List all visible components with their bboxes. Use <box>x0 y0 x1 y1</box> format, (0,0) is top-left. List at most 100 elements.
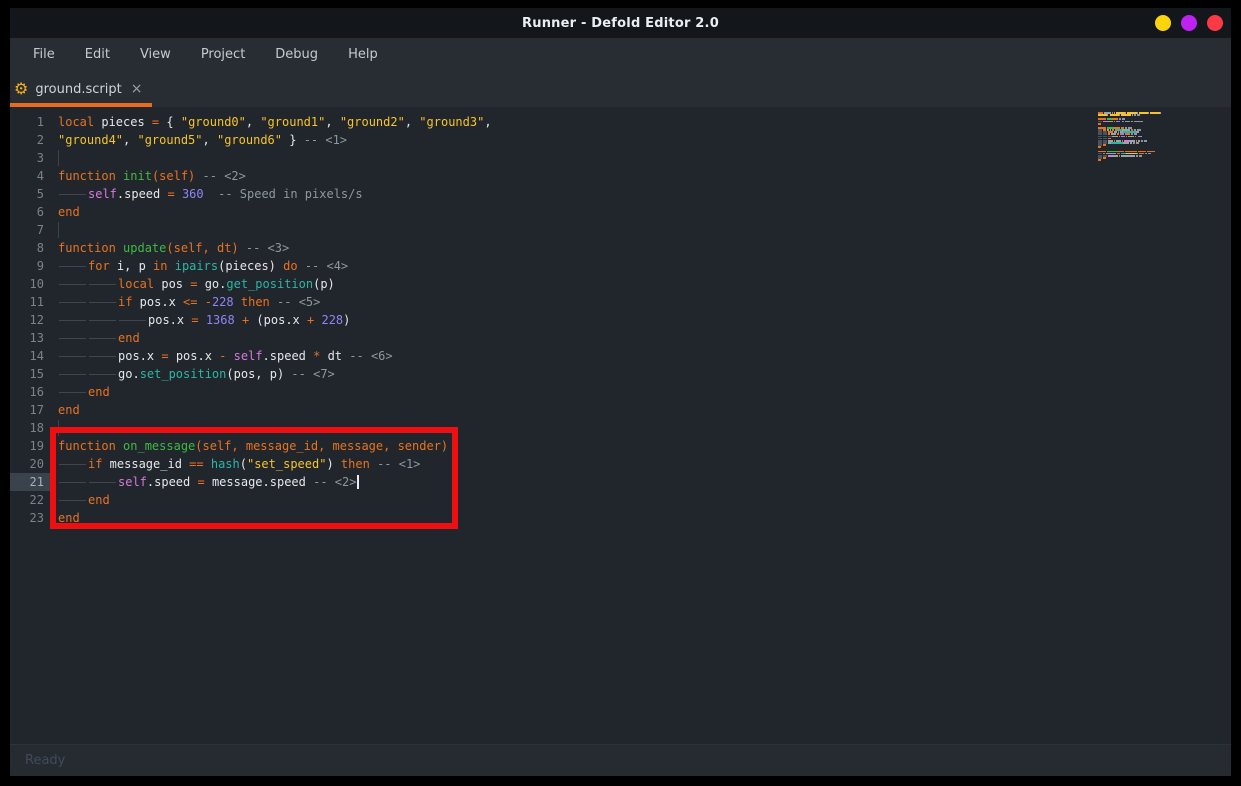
menu-item-file[interactable]: File <box>28 43 60 66</box>
code-token: end <box>58 403 80 417</box>
code-line[interactable]: 6 end <box>10 203 1231 221</box>
tab-whitespace-mark <box>58 455 88 473</box>
code-token <box>235 313 242 327</box>
close-button[interactable] <box>1207 15 1223 31</box>
code-token <box>370 457 377 471</box>
code-token: 228 <box>321 313 343 327</box>
code-token: .speed <box>117 187 168 201</box>
code-token: -- <4> <box>305 259 348 273</box>
code-line[interactable]: 19function on_message(self, message_id, … <box>10 437 1231 455</box>
line-number: 21 <box>10 473 54 491</box>
code-token: end <box>88 385 110 399</box>
code-token: then <box>341 457 370 471</box>
menu-item-project[interactable]: Project <box>196 43 250 66</box>
line-number: 10 <box>10 275 54 293</box>
code-token: = <box>197 475 204 489</box>
code-token: for <box>88 259 110 273</box>
code-line[interactable]: 3 <box>10 149 1231 167</box>
code-line[interactable]: 9for i, p in ipairs(pieces) do -- <4> <box>10 257 1231 275</box>
line-number: 6 <box>10 203 54 221</box>
code-token: = <box>161 349 168 363</box>
code-token <box>116 169 123 183</box>
code-token: -- <5> <box>277 295 320 309</box>
code-token: pos.x <box>132 295 183 309</box>
tab-close-icon[interactable]: × <box>131 81 143 97</box>
code-token: == <box>189 457 203 471</box>
code-line[interactable]: 20if message_id == hash("set_speed") the… <box>10 455 1231 473</box>
tab-ground-script[interactable]: ⚙ ground.script × <box>10 71 152 107</box>
code-token: -- <7> <box>291 367 334 381</box>
minimize-button[interactable] <box>1155 15 1171 31</box>
code-text: end <box>58 205 80 219</box>
code-token: end <box>58 511 80 525</box>
statusbar: Ready <box>10 744 1231 776</box>
tab-whitespace-mark <box>88 473 118 491</box>
code-line[interactable]: 18 <box>10 419 1231 437</box>
code-line[interactable]: 22end <box>10 491 1231 509</box>
tab-whitespace-mark <box>58 383 88 401</box>
menu-item-view[interactable]: View <box>135 43 176 66</box>
code-token: message_id <box>102 457 189 471</box>
code-token: end <box>118 331 140 345</box>
code-token: ( <box>240 457 247 471</box>
line-number: 20 <box>10 455 54 473</box>
code-token: in <box>153 259 167 273</box>
code-token: (pos, p) <box>226 367 291 381</box>
code-text: end <box>58 493 110 507</box>
code-line[interactable]: 7 <box>10 221 1231 239</box>
line-number: 12 <box>10 311 54 329</box>
menu-item-help[interactable]: Help <box>343 43 383 66</box>
minimap-segment <box>1139 155 1142 157</box>
tab-whitespace-mark <box>58 347 88 365</box>
tab-label: ground.script <box>35 82 121 97</box>
minimap[interactable] <box>1098 112 1168 161</box>
code-token <box>168 259 175 273</box>
tab-whitespace-mark <box>58 365 88 383</box>
code-token: pos.x <box>148 313 191 327</box>
code-line[interactable]: 21self.speed = message.speed -- <2> <box>10 473 1231 491</box>
code-token: end <box>58 205 80 219</box>
code-line[interactable]: 12pos.x = 1368 + (pos.x + 228) <box>10 311 1231 329</box>
code-editor[interactable]: 1local pieces = { "ground0", "ground1", … <box>10 107 1231 744</box>
code-token: do <box>283 259 297 273</box>
code-line[interactable]: 13end <box>10 329 1231 347</box>
code-text: self.speed = 360 -- Speed in pixels/s <box>58 187 363 201</box>
code-token: - <box>205 295 212 309</box>
status-text: Ready <box>25 753 65 768</box>
code-line[interactable]: 11if pos.x <= -228 then -- <5> <box>10 293 1231 311</box>
code-token: get_position <box>226 277 313 291</box>
text-cursor <box>357 475 359 489</box>
code-token: ipairs <box>175 259 218 273</box>
code-line[interactable]: 8function update(self, dt) -- <3> <box>10 239 1231 257</box>
code-line[interactable]: 5self.speed = 360 -- Speed in pixels/s <box>10 185 1231 203</box>
code-token <box>204 187 218 201</box>
code-token: { <box>159 115 181 129</box>
code-line[interactable]: 15go.set_position(pos, p) -- <7> <box>10 365 1231 383</box>
line-number: 4 <box>10 167 54 185</box>
code-token: = <box>167 187 174 201</box>
code-token: 1368 <box>206 313 235 327</box>
code-token: ) <box>326 457 340 471</box>
code-line[interactable]: 10local pos = go.get_position(p) <box>10 275 1231 293</box>
code-line[interactable]: 1local pieces = { "ground0", "ground1", … <box>10 113 1231 131</box>
code-token: -- <1> <box>377 457 420 471</box>
code-line[interactable]: 17end <box>10 401 1231 419</box>
code-line[interactable]: 2"ground4", "ground5", "ground6" } -- <1… <box>10 131 1231 149</box>
tab-whitespace-mark <box>88 365 118 383</box>
code-token: -- <3> <box>246 241 289 255</box>
code-token: pos <box>154 277 190 291</box>
code-line[interactable]: 16end <box>10 383 1231 401</box>
menu-item-edit[interactable]: Edit <box>80 43 115 66</box>
menubar: File Edit View Project Debug Help <box>10 38 1231 71</box>
app-window: Runner - Defold Editor 2.0 FileEditViewP… <box>10 8 1231 776</box>
maximize-button[interactable] <box>1181 15 1197 31</box>
script-gear-icon: ⚙ <box>14 81 28 97</box>
menu-item-debug[interactable]: Debug <box>270 43 323 66</box>
code-token: (self, message_id, message, sender) <box>195 439 448 453</box>
code-line[interactable]: 4function init(self) -- <2> <box>10 167 1231 185</box>
code-line[interactable]: 14pos.x = pos.x - self.speed * dt -- <6> <box>10 347 1231 365</box>
minimap-segment <box>1110 114 1119 116</box>
code-line[interactable]: 23end <box>10 509 1231 527</box>
minimap-segment <box>1137 114 1140 116</box>
minimap-segment <box>1139 112 1148 114</box>
